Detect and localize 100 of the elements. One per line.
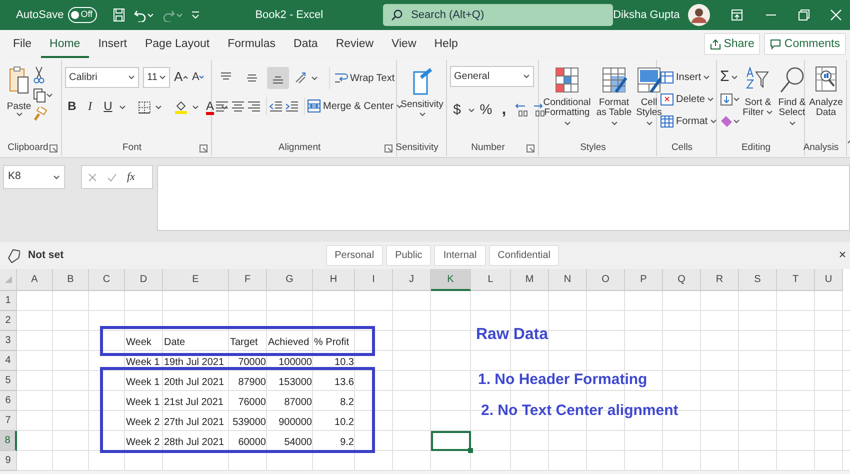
ribbon-tab[interactable]: Formulas bbox=[218, 32, 285, 58]
dialog-launcher-icon[interactable] bbox=[526, 144, 535, 153]
format-painter-icon[interactable] bbox=[33, 107, 47, 121]
undo-icon[interactable] bbox=[133, 8, 148, 22]
row-header[interactable]: 9 bbox=[0, 451, 17, 471]
increase-decimal-icon[interactable] bbox=[515, 103, 528, 117]
customize-icon[interactable] bbox=[191, 10, 200, 20]
column-header[interactable]: I bbox=[355, 269, 393, 291]
styles-button[interactable]: Format as Table bbox=[596, 62, 632, 140]
close-icon[interactable] bbox=[839, 251, 846, 258]
column-header[interactable]: A bbox=[17, 269, 53, 291]
dialog-launcher-icon[interactable] bbox=[199, 144, 208, 153]
sensitivity-button[interactable]: Sensitivity bbox=[400, 62, 444, 140]
ribbon-tab[interactable]: Page Layout bbox=[136, 32, 219, 58]
eraser-icon[interactable] bbox=[720, 114, 733, 128]
cells-button[interactable]: Insert bbox=[660, 66, 717, 88]
ribbon-tab[interactable]: View bbox=[382, 32, 426, 58]
sensitivity-label-button[interactable]: Personal bbox=[326, 245, 384, 266]
column-header[interactable]: O bbox=[587, 269, 625, 291]
column-header[interactable]: T bbox=[777, 269, 815, 291]
comma-style-button[interactable]: , bbox=[497, 99, 511, 121]
align-bottom-icon[interactable] bbox=[267, 67, 289, 89]
selected-cell[interactable] bbox=[431, 431, 471, 451]
row-header[interactable]: 5 bbox=[0, 371, 17, 391]
fill-color-icon[interactable] bbox=[174, 100, 188, 114]
sensitivity-label-button[interactable]: Public bbox=[386, 245, 432, 266]
column-header[interactable]: C bbox=[89, 269, 125, 291]
align-left-icon[interactable] bbox=[215, 100, 229, 112]
ribbon-display-icon[interactable] bbox=[731, 9, 744, 21]
paste-button[interactable]: Paste bbox=[7, 62, 31, 118]
column-header[interactable]: E bbox=[163, 269, 229, 291]
column-header[interactable]: H bbox=[313, 269, 355, 291]
name-box[interactable]: K8 bbox=[3, 165, 65, 189]
save-icon[interactable] bbox=[113, 8, 126, 22]
row-header[interactable]: 4 bbox=[0, 351, 17, 371]
copy-icon[interactable] bbox=[33, 88, 46, 103]
column-header[interactable]: S bbox=[739, 269, 777, 291]
formula-input[interactable] bbox=[157, 165, 850, 231]
font-name-dropdown[interactable]: Calibri bbox=[65, 66, 139, 88]
column-header[interactable]: U bbox=[815, 269, 843, 291]
column-header[interactable]: F bbox=[229, 269, 267, 291]
borders-icon[interactable] bbox=[138, 100, 151, 114]
column-header[interactable]: G bbox=[267, 269, 313, 291]
comments-button[interactable]: Comments bbox=[764, 33, 846, 55]
dialog-launcher-icon[interactable] bbox=[49, 144, 58, 153]
italic-button[interactable]: I bbox=[83, 96, 97, 118]
row-header[interactable]: 1 bbox=[0, 291, 17, 311]
find-select-button[interactable]: Find & Select bbox=[776, 62, 808, 140]
sensitivity-label-button[interactable]: Confidential bbox=[488, 245, 560, 266]
row-header[interactable]: 2 bbox=[0, 311, 17, 331]
column-header[interactable]: M bbox=[511, 269, 549, 291]
column-header[interactable]: R bbox=[701, 269, 739, 291]
avatar-icon[interactable] bbox=[688, 4, 710, 26]
column-header[interactable]: B bbox=[53, 269, 89, 291]
column-header[interactable]: D bbox=[125, 269, 163, 291]
autosum-button[interactable]: Σ bbox=[720, 66, 740, 88]
ribbon-tab[interactable]: Insert bbox=[89, 32, 136, 58]
column-header[interactable]: J bbox=[393, 269, 431, 291]
column-header[interactable]: L bbox=[471, 269, 511, 291]
dialog-launcher-icon[interactable] bbox=[384, 144, 393, 153]
styles-button[interactable]: Conditional Formatting bbox=[542, 62, 592, 140]
number-format-dropdown[interactable]: General bbox=[450, 66, 534, 87]
ribbon-tab[interactable]: Help bbox=[425, 32, 467, 58]
currency-button[interactable]: $ bbox=[450, 99, 464, 121]
wrap-text-button[interactable]: Wrap Text bbox=[334, 67, 395, 89]
autosave-toggle[interactable]: Off bbox=[68, 7, 98, 23]
align-center-icon[interactable] bbox=[231, 100, 245, 112]
ribbon-tab[interactable]: Review bbox=[326, 32, 383, 58]
fill-down-icon[interactable] bbox=[720, 92, 733, 106]
share-button[interactable]: Share bbox=[704, 33, 760, 55]
grow-font-button[interactable]: A bbox=[174, 66, 188, 88]
decrease-indent-icon[interactable] bbox=[269, 100, 283, 112]
sort-filter-button[interactable]: Sort & Filter bbox=[742, 62, 774, 140]
sensitivity-label-button[interactable]: Internal bbox=[434, 245, 486, 266]
ribbon-tab[interactable]: Data bbox=[284, 32, 327, 58]
column-header[interactable]: N bbox=[549, 269, 587, 291]
ribbon-tab[interactable]: File bbox=[4, 32, 41, 58]
row-header[interactable]: 7 bbox=[0, 411, 17, 431]
align-right-icon[interactable] bbox=[247, 100, 261, 112]
orientation-icon[interactable] bbox=[293, 71, 307, 85]
restore-icon[interactable] bbox=[798, 9, 810, 21]
percent-button[interactable]: % bbox=[479, 99, 493, 121]
column-header[interactable]: K bbox=[431, 269, 471, 291]
search-field[interactable]: Search (Alt+Q) bbox=[383, 4, 614, 26]
row-header[interactable]: 6 bbox=[0, 391, 17, 411]
decrease-decimal-icon[interactable] bbox=[532, 103, 545, 117]
bold-button[interactable]: B bbox=[65, 96, 79, 118]
shrink-font-button[interactable]: A bbox=[192, 66, 206, 88]
insert-function-button[interactable]: fx bbox=[127, 170, 135, 184]
underline-button[interactable]: U bbox=[101, 96, 115, 118]
increase-indent-icon[interactable] bbox=[285, 100, 299, 112]
scissors-icon[interactable] bbox=[33, 66, 45, 84]
row-header[interactable]: 8 bbox=[0, 431, 17, 451]
cells-button[interactable]: Delete bbox=[660, 88, 717, 110]
font-color-button[interactable]: A bbox=[203, 96, 217, 118]
analyze-data-button[interactable]: Analyze Data bbox=[808, 62, 844, 140]
cells-button[interactable]: Format bbox=[660, 110, 717, 132]
column-header[interactable]: P bbox=[625, 269, 663, 291]
column-header[interactable]: Q bbox=[663, 269, 701, 291]
row-header[interactable]: 3 bbox=[0, 331, 17, 351]
